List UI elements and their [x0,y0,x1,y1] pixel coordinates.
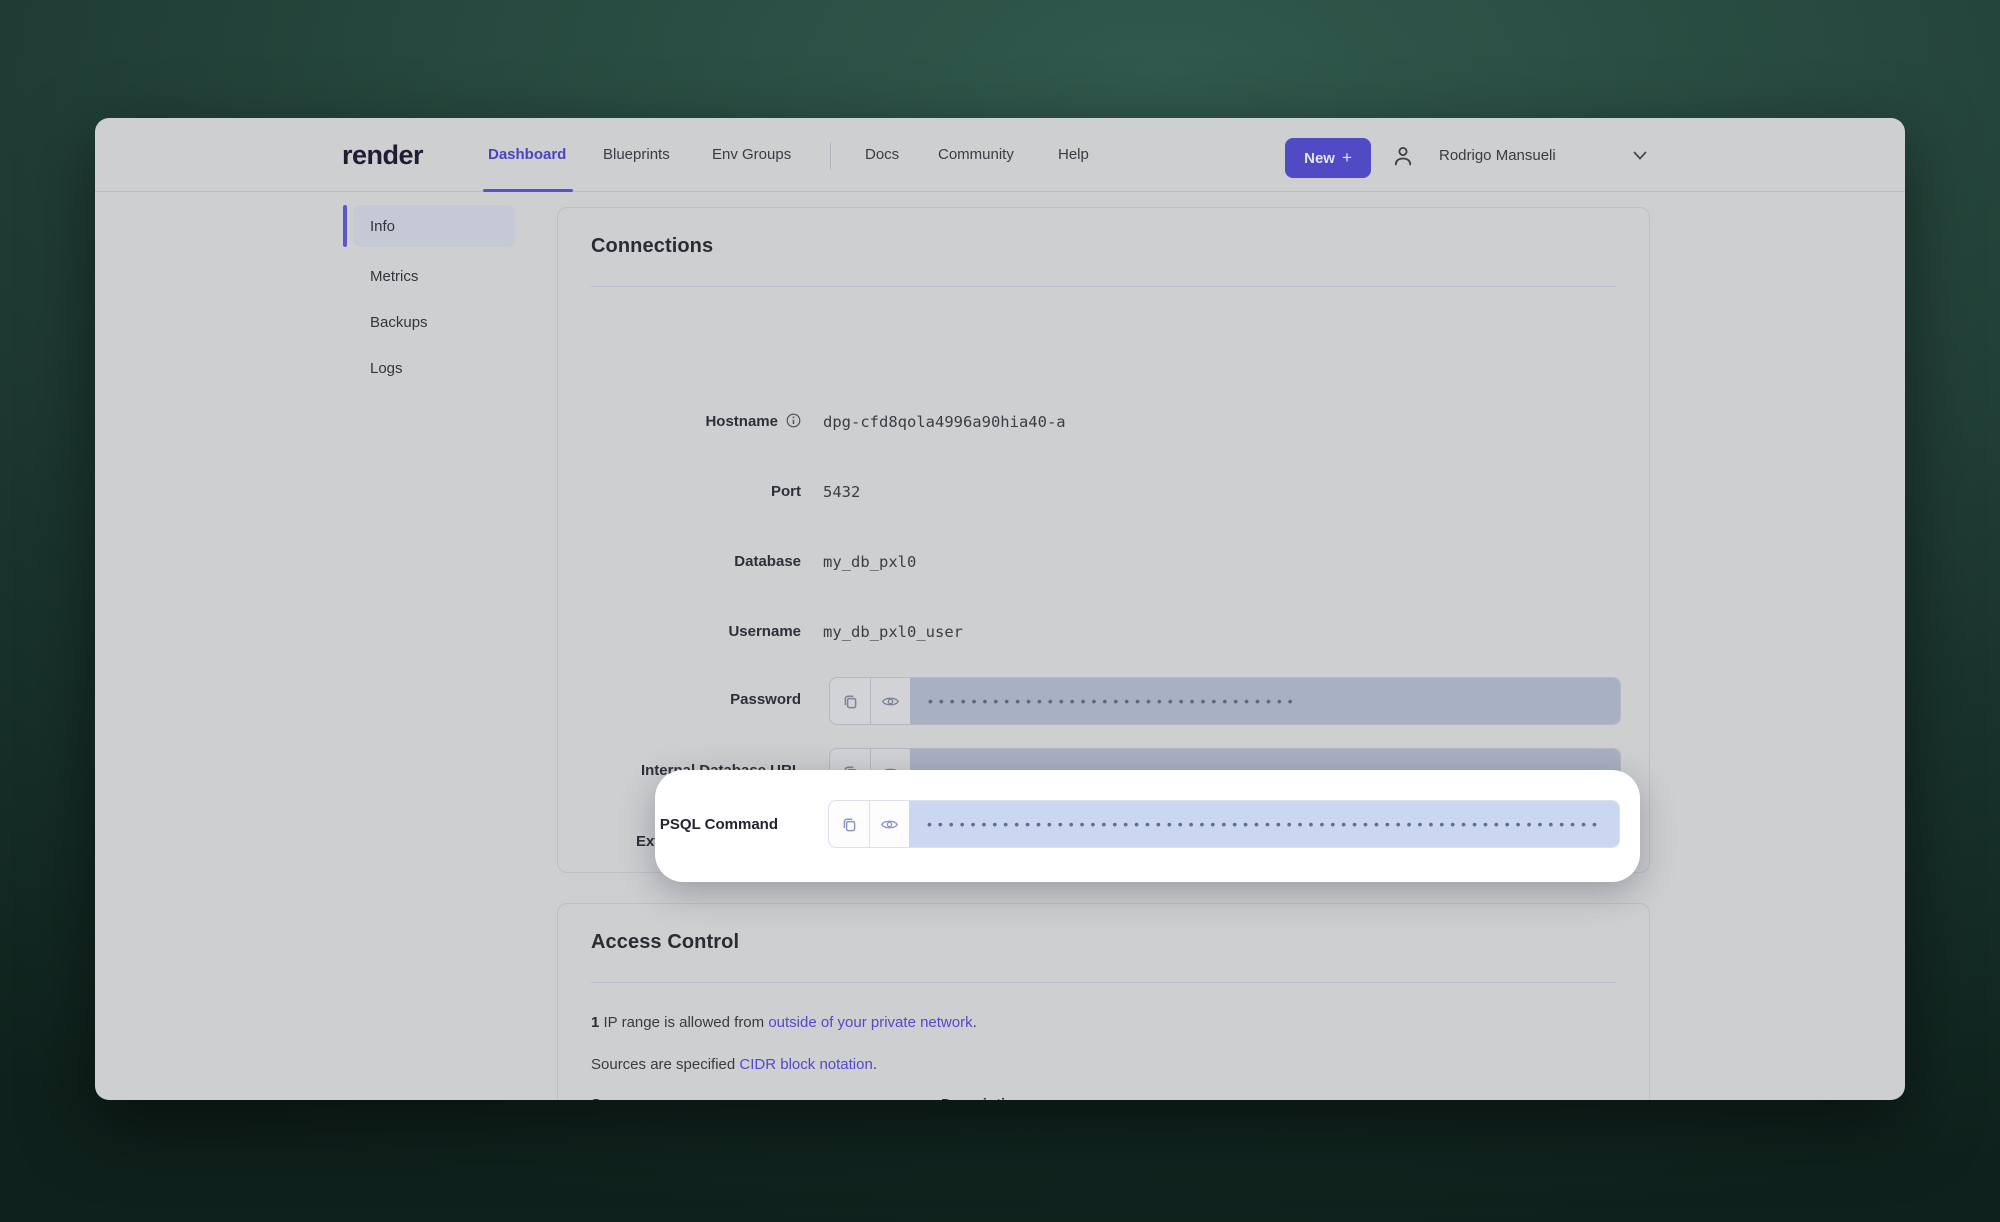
source-column-header: Source [591,1096,642,1100]
user-avatar-icon[interactable] [1391,144,1415,168]
app-window: render Dashboard Blueprints Env Groups D… [95,118,1905,1100]
active-item-bar [343,205,347,247]
info-icon[interactable] [786,413,801,428]
hostname-value: dpg-cfd8qola4996a90hia40-a [823,413,1066,431]
new-button[interactable]: New + [1285,138,1371,178]
desktop-background: render Dashboard Blueprints Env Groups D… [0,0,2000,1222]
access-control-title: Access Control [591,931,739,954]
masked-value: •••••••••••••••••••••••••••••••••• [910,678,1620,724]
user-name[interactable]: Rodrigo Mansueli [1439,147,1556,164]
reveal-button[interactable] [869,801,909,847]
port-value: 5432 [823,483,860,501]
render-logo[interactable]: render [342,140,423,171]
masked-value: ••••••••••••••••••••••••••••••••••••••••… [909,801,1619,847]
access-control-panel: Access Control 1 IP range is allowed fro… [557,903,1650,1100]
sidebar-item-label: Backups [370,314,428,331]
psql-command-field: ••••••••••••••••••••••••••••••••••••••••… [828,800,1620,848]
sidebar-item-logs[interactable]: Logs [353,347,515,389]
cidr-notation-link[interactable]: CIDR block notation [739,1056,872,1073]
section-divider [591,286,1616,287]
database-label: Database [558,553,801,570]
copy-button[interactable] [830,678,870,724]
plus-icon: + [1342,148,1352,168]
sidebar-item-metrics[interactable]: Metrics [353,255,515,297]
sidebar-item-label: Info [370,218,395,235]
port-label: Port [558,483,801,500]
copy-icon [842,693,859,710]
tab-blueprints[interactable]: Blueprints [603,146,670,163]
eye-icon [881,695,900,708]
sources-text: Sources are specified CIDR block notatio… [591,1056,877,1073]
nav-link-docs[interactable]: Docs [865,146,899,163]
sidebar-item-info[interactable]: Info [353,205,515,247]
copy-button[interactable] [829,801,869,847]
active-tab-underline [483,189,573,192]
database-value: my_db_pxl0 [823,553,916,571]
top-navbar: render Dashboard Blueprints Env Groups D… [95,118,1905,192]
ip-range-text: 1 IP range is allowed from outside of yo… [591,1014,977,1031]
password-label: Password [558,691,801,708]
nav-link-help[interactable]: Help [1058,146,1089,163]
new-button-label: New [1304,150,1335,167]
description-column-header: Description [941,1096,1024,1100]
section-divider [591,982,1616,983]
tab-env-groups[interactable]: Env Groups [712,146,791,163]
sidebar-item-label: Metrics [370,268,418,285]
reveal-button[interactable] [870,678,910,724]
nav-link-community[interactable]: Community [938,146,1014,163]
username-label: Username [558,623,801,640]
nav-divider [830,142,831,170]
username-value: my_db_pxl0_user [823,623,963,641]
chevron-down-icon[interactable] [1633,151,1647,160]
connections-title: Connections [591,235,713,258]
sidebar-item-label: Logs [370,360,403,377]
tab-dashboard[interactable]: Dashboard [488,146,566,163]
eye-icon [880,818,899,831]
copy-icon [841,816,858,833]
private-network-link[interactable]: outside of your private network [768,1014,972,1031]
password-field: •••••••••••••••••••••••••••••••••• [829,677,1621,725]
psql-command-label: PSQL Command [535,816,778,833]
hostname-label: Hostname [558,413,801,430]
sidebar-item-backups[interactable]: Backups [353,301,515,343]
